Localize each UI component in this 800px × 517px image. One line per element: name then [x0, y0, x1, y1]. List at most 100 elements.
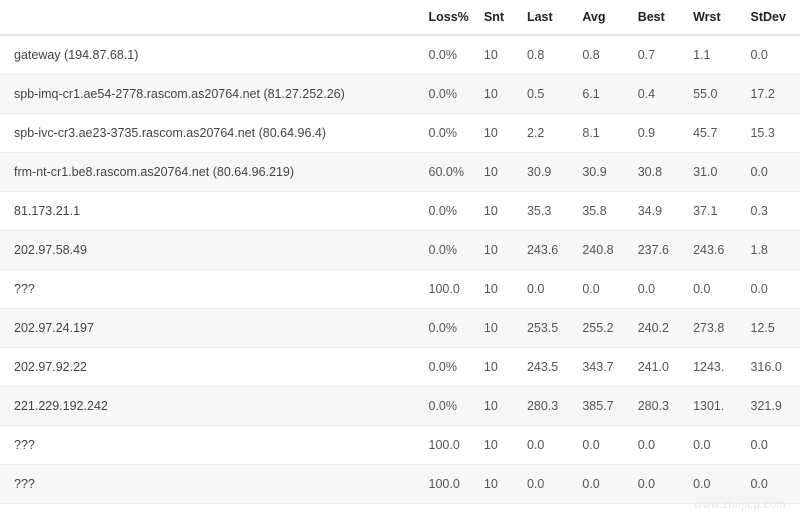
cell-last: 0.0	[519, 465, 574, 504]
cell-last: 30.9	[519, 153, 574, 192]
cell-loss: 100.0	[421, 270, 476, 309]
cell-avg: 341.8	[574, 504, 629, 517]
cell-best: 0.4	[630, 75, 685, 114]
cell-host: 81.173.21.1	[0, 192, 421, 231]
cell-best: 30.8	[630, 153, 685, 192]
table-row: 202.97.92.22 0.0% 10 243.5 343.7 241.0 1…	[0, 348, 800, 387]
table-row: 221.229.192.242 0.0% 10 280.3 385.7 280.…	[0, 387, 800, 426]
cell-snt: 10	[476, 192, 519, 231]
col-snt[interactable]: Snt	[476, 0, 519, 35]
cell-avg: 240.8	[574, 231, 629, 270]
cell-last: 0.0	[519, 270, 574, 309]
cell-wrst: 45.7	[685, 114, 742, 153]
cell-stdev: 76.2	[742, 504, 800, 517]
cell-loss: 0.0%	[421, 75, 476, 114]
cell-best: 0.0	[630, 270, 685, 309]
cell-host: 202.97.24.197	[0, 309, 421, 348]
cell-best: 241.0	[630, 348, 685, 387]
cell-last: 311.3	[519, 504, 574, 517]
cell-avg: 35.8	[574, 192, 629, 231]
cell-best: 34.9	[630, 192, 685, 231]
table-row: frm-nt-cr1.be8.rascom.as20764.net (80.64…	[0, 153, 800, 192]
cell-stdev: 15.3	[742, 114, 800, 153]
cell-snt: 10	[476, 153, 519, 192]
cell-stdev: 1.8	[742, 231, 800, 270]
cell-snt: 10	[476, 270, 519, 309]
table-row: spb-imq-cr1.ae54-2778.rascom.as20764.net…	[0, 75, 800, 114]
cell-wrst: 37.1	[685, 192, 742, 231]
col-stdev[interactable]: StDev	[742, 0, 800, 35]
cell-best: 280.3	[630, 387, 685, 426]
cell-host: ???	[0, 426, 421, 465]
cell-loss: 100.0	[421, 426, 476, 465]
cell-stdev: 321.9	[742, 387, 800, 426]
table-row: gateway (194.87.68.1) 0.0% 10 0.8 0.8 0.…	[0, 35, 800, 75]
cell-avg: 0.0	[574, 426, 629, 465]
cell-avg: 385.7	[574, 387, 629, 426]
cell-stdev: 0.0	[742, 465, 800, 504]
table-body: gateway (194.87.68.1) 0.0% 10 0.8 0.8 0.…	[0, 35, 800, 517]
cell-avg: 30.9	[574, 153, 629, 192]
cell-avg: 8.1	[574, 114, 629, 153]
cell-wrst: 1301.	[685, 387, 742, 426]
col-best[interactable]: Best	[630, 0, 685, 35]
cell-wrst: 243.6	[685, 231, 742, 270]
cell-stdev: 0.0	[742, 426, 800, 465]
cell-loss: 0.0%	[421, 35, 476, 75]
cell-avg: 0.0	[574, 465, 629, 504]
cell-snt: 10	[476, 309, 519, 348]
cell-wrst: 0.0	[685, 465, 742, 504]
table-row: 81.173.21.1 0.0% 10 35.3 35.8 34.9 37.1 …	[0, 192, 800, 231]
cell-last: 0.5	[519, 75, 574, 114]
cell-snt: 10	[476, 231, 519, 270]
col-last[interactable]: Last	[519, 0, 574, 35]
cell-best: 0.0	[630, 426, 685, 465]
cell-snt: 10	[476, 465, 519, 504]
cell-best: 0.0	[630, 465, 685, 504]
cell-best: 0.7	[630, 35, 685, 75]
col-avg[interactable]: Avg	[574, 0, 629, 35]
cell-snt: 10	[476, 114, 519, 153]
cell-host: 202.97.58.49	[0, 231, 421, 270]
cell-wrst: 31.0	[685, 153, 742, 192]
cell-snt: 10	[476, 504, 519, 517]
cell-loss: 0.0%	[421, 387, 476, 426]
cell-snt: 10	[476, 35, 519, 75]
cell-last: 243.5	[519, 348, 574, 387]
table-header-row: Loss% Snt Last Avg Best Wrst StDev	[0, 0, 800, 35]
cell-wrst: 55.0	[685, 75, 742, 114]
cell-loss: 60.0%	[421, 153, 476, 192]
table-row: ??? 100.0 10 0.0 0.0 0.0 0.0 0.0	[0, 270, 800, 309]
cell-last: 0.0	[519, 426, 574, 465]
cell-host: spb-imq-cr1.ae54-2778.rascom.as20764.net…	[0, 75, 421, 114]
table-row: ??? 100.0 10 0.0 0.0 0.0 0.0 0.0	[0, 465, 800, 504]
cell-loss: 100.0	[421, 465, 476, 504]
cell-avg: 255.2	[574, 309, 629, 348]
table-row: 221.229.173.1 0.0% 10 311.3 341.8 303.7 …	[0, 504, 800, 517]
cell-host: 202.97.92.22	[0, 348, 421, 387]
cell-avg: 343.7	[574, 348, 629, 387]
col-wrst[interactable]: Wrst	[685, 0, 742, 35]
cell-wrst: 0.0	[685, 426, 742, 465]
cell-stdev: 0.3	[742, 192, 800, 231]
cell-best: 303.7	[630, 504, 685, 517]
cell-loss: 0.0%	[421, 309, 476, 348]
col-host[interactable]	[0, 0, 421, 35]
table-row: 202.97.24.197 0.0% 10 253.5 255.2 240.2 …	[0, 309, 800, 348]
cell-snt: 10	[476, 348, 519, 387]
cell-last: 280.3	[519, 387, 574, 426]
cell-wrst: 1.1	[685, 35, 742, 75]
cell-host: 221.229.173.1	[0, 504, 421, 517]
cell-stdev: 17.2	[742, 75, 800, 114]
cell-avg: 0.0	[574, 270, 629, 309]
cell-best: 237.6	[630, 231, 685, 270]
cell-snt: 10	[476, 426, 519, 465]
cell-last: 0.8	[519, 35, 574, 75]
cell-host: frm-nt-cr1.be8.rascom.as20764.net (80.64…	[0, 153, 421, 192]
cell-last: 253.5	[519, 309, 574, 348]
cell-host: 221.229.192.242	[0, 387, 421, 426]
cell-loss: 0.0%	[421, 231, 476, 270]
cell-last: 243.6	[519, 231, 574, 270]
col-loss[interactable]: Loss%	[421, 0, 476, 35]
cell-host: spb-ivc-cr3.ae23-3735.rascom.as20764.net…	[0, 114, 421, 153]
